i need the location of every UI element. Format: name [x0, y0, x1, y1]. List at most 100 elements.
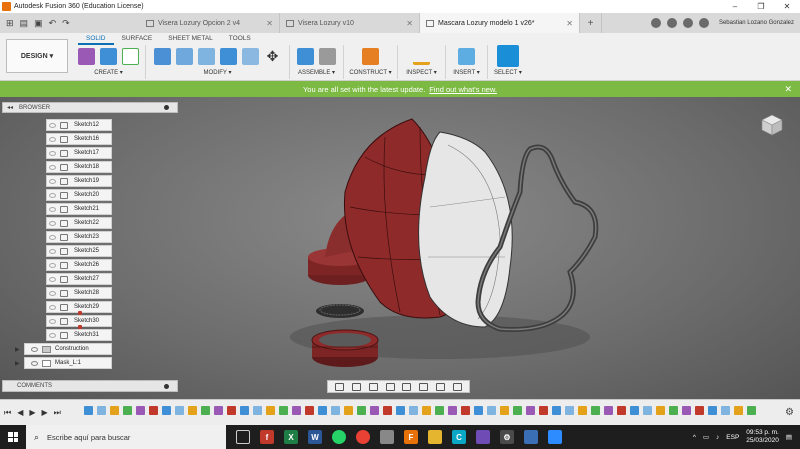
sketch-item[interactable]: Sketch23	[46, 231, 112, 243]
foxit-app-icon[interactable]: f	[260, 430, 274, 444]
timeline-feature-icon[interactable]	[448, 406, 457, 415]
timeline-feature-icon[interactable]	[630, 406, 639, 415]
volume-icon[interactable]: ♪	[716, 434, 719, 441]
step-forward-icon[interactable]: ▶	[42, 408, 48, 418]
combine-icon[interactable]	[220, 47, 237, 65]
sketch-item[interactable]: Sketch31	[46, 329, 112, 341]
timeline-feature-icon[interactable]	[188, 406, 197, 415]
sketch-item[interactable]: Sketch28	[46, 287, 112, 299]
visibility-icon[interactable]	[49, 276, 56, 282]
component-mask[interactable]: ▶ Mask_L:1	[15, 357, 112, 369]
sketch-item[interactable]: Sketch18	[46, 161, 112, 173]
settings-app-icon[interactable]: ⚙	[500, 430, 514, 444]
construct-menu[interactable]: CONSTRUCT ▾	[349, 69, 391, 76]
fusion360-app-icon[interactable]: F	[404, 430, 418, 444]
timeline-feature-icon[interactable]	[357, 406, 366, 415]
browser-pin-icon[interactable]	[164, 105, 169, 110]
go-to-end-icon[interactable]: ⏭	[54, 408, 61, 418]
visibility-icon[interactable]	[49, 332, 56, 338]
timeline-feature-icon[interactable]	[318, 406, 327, 415]
timeline-feature-icon[interactable]	[656, 406, 665, 415]
sketch-item[interactable]: Sketch25	[46, 245, 112, 257]
zoom-app-icon[interactable]	[548, 430, 562, 444]
timeline-feature-icon[interactable]	[149, 406, 158, 415]
timeline-feature-icon[interactable]	[747, 406, 756, 415]
whatsapp-app-icon[interactable]	[332, 430, 346, 444]
visibility-icon[interactable]	[31, 360, 38, 366]
timeline-feature-icon[interactable]	[201, 406, 210, 415]
create-menu[interactable]: CREATE ▾	[94, 69, 123, 76]
folder-construction[interactable]: ▶ Construction	[15, 343, 112, 355]
timeline-feature-icon[interactable]	[227, 406, 236, 415]
save-icon[interactable]: ▣	[34, 18, 43, 29]
app-icon-blue[interactable]	[524, 430, 538, 444]
clock-icon[interactable]	[682, 18, 693, 28]
task-view-icon[interactable]	[236, 430, 250, 444]
taskbar-search[interactable]: ⌕ Escribe aquí para buscar	[26, 425, 226, 449]
tab-sheet-metal[interactable]: SHEET METAL	[160, 34, 221, 45]
chrome-app-icon[interactable]	[356, 430, 370, 444]
timeline-feature-icon[interactable]	[136, 406, 145, 415]
timeline-feature-icon[interactable]	[240, 406, 249, 415]
timeline-feature-icon[interactable]	[500, 406, 509, 415]
visibility-icon[interactable]	[49, 136, 56, 142]
timeline-feature-icon[interactable]	[435, 406, 444, 415]
app-icon-generic[interactable]	[380, 430, 394, 444]
inspect-menu[interactable]: INSPECT ▾	[406, 69, 437, 76]
tab-visera-opcion[interactable]: Visera Lozury Opcion 2 v4 ✕	[140, 13, 280, 33]
close-window-button[interactable]: ✕	[774, 2, 800, 11]
sketch-item[interactable]: Sketch26	[46, 259, 112, 271]
visibility-icon[interactable]	[49, 206, 56, 212]
timeline-feature-icon[interactable]	[292, 406, 301, 415]
app-icon-purple[interactable]	[476, 430, 490, 444]
visibility-icon[interactable]	[49, 178, 56, 184]
file-menu-icon[interactable]: ▤	[20, 18, 29, 29]
timeline-feature-icon[interactable]	[123, 406, 132, 415]
modify-menu[interactable]: MODIFY ▾	[204, 69, 232, 76]
timeline-feature-icon[interactable]	[552, 406, 561, 415]
timeline-feature-icon[interactable]	[175, 406, 184, 415]
camtasia-app-icon[interactable]: C	[452, 430, 466, 444]
visibility-icon[interactable]	[49, 304, 56, 310]
timeline-feature-icon[interactable]	[162, 406, 171, 415]
visibility-icon[interactable]	[49, 262, 56, 268]
expand-arrow-icon[interactable]: ▶	[15, 360, 21, 367]
timeline-settings-icon[interactable]: ⚙	[785, 407, 794, 418]
select-menu[interactable]: SELECT ▾	[494, 69, 522, 76]
step-back-icon[interactable]: ◀	[17, 408, 23, 418]
notifications-tray-icon[interactable]: ▤	[786, 433, 792, 441]
sketch-item[interactable]: Sketch30	[46, 315, 112, 329]
close-tab-icon[interactable]: ✕	[566, 19, 573, 28]
visibility-icon[interactable]	[49, 234, 56, 240]
clock[interactable]: 09:53 p. m. 25/03/2020	[746, 429, 779, 445]
new-tab-button[interactable]: +	[580, 13, 602, 33]
timeline-feature-icon[interactable]	[578, 406, 587, 415]
viewports-icon[interactable]	[453, 382, 463, 391]
timeline-feature-icon[interactable]	[305, 406, 314, 415]
timeline-feature-icon[interactable]	[695, 406, 704, 415]
timeline-feature-icon[interactable]	[422, 406, 431, 415]
help-icon[interactable]	[698, 18, 709, 28]
comments-add-icon[interactable]	[164, 383, 169, 389]
insert-image-icon[interactable]	[458, 47, 475, 65]
redo-icon[interactable]: ↷	[62, 18, 70, 29]
shell-icon[interactable]	[242, 47, 259, 65]
timeline-feature-icon[interactable]	[682, 406, 691, 415]
new-component-assemble-icon[interactable]	[297, 47, 314, 65]
comments-panel[interactable]: COMMENTS	[2, 380, 178, 392]
sketch-item[interactable]: Sketch22	[46, 217, 112, 229]
notifications-icon[interactable]	[650, 18, 661, 28]
pan-icon[interactable]	[368, 382, 378, 391]
orbit-icon[interactable]	[334, 382, 344, 391]
timeline-feature-icon[interactable]	[487, 406, 496, 415]
sketch-item[interactable]: Sketch21	[46, 203, 112, 215]
sketch-item[interactable]: Sketch27	[46, 273, 112, 285]
close-tab-icon[interactable]: ✕	[266, 19, 273, 28]
sketch-item[interactable]: Sketch20	[46, 189, 112, 201]
timeline-feature-icon[interactable]	[214, 406, 223, 415]
timeline-feature-icon[interactable]	[396, 406, 405, 415]
timeline-feature-icon[interactable]	[383, 406, 392, 415]
timeline-feature-icon[interactable]	[253, 406, 262, 415]
show-hidden-icons[interactable]: ^	[693, 434, 696, 441]
zoom-icon[interactable]	[385, 382, 395, 391]
